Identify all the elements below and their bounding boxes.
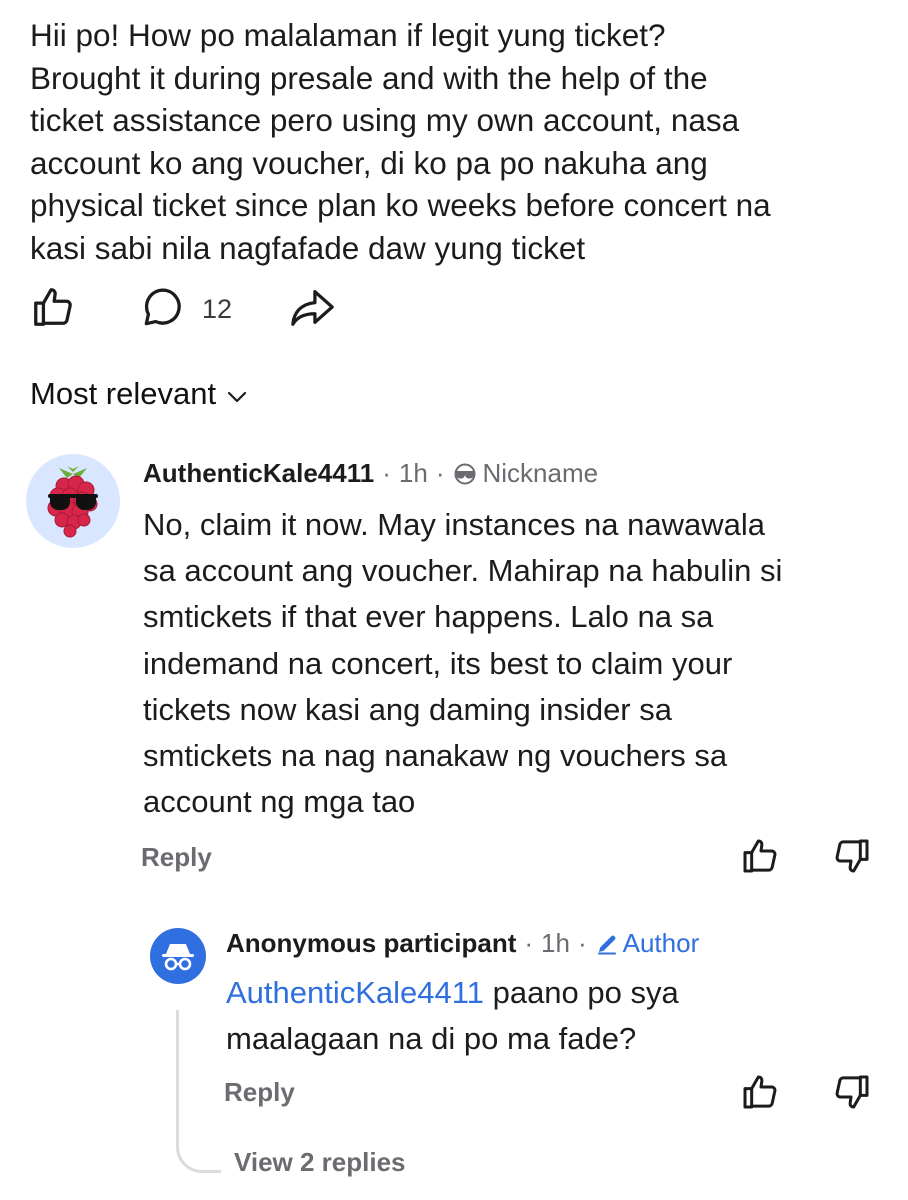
separator-dot: · [382, 458, 391, 488]
reply-username[interactable]: Anonymous participant [226, 928, 516, 959]
reply-body-text: maalagaan na di po ma fade? [226, 1021, 637, 1056]
thread-line [176, 1010, 221, 1173]
user-mention[interactable]: AuthenticKale4411 [226, 975, 484, 1010]
user-flair: Nickname [482, 458, 599, 488]
sunglasses-icon [47, 466, 98, 538]
reply-header: Anonymous participant · 1h · Author [226, 928, 699, 959]
downvote-icon[interactable] [832, 1072, 872, 1112]
comment-icon[interactable] [140, 284, 186, 330]
sunglasses-icon [452, 463, 478, 485]
upvote-icon[interactable] [30, 284, 76, 330]
separator-dot: · [577, 928, 587, 958]
reply-body-text: paano po sya [483, 975, 679, 1010]
post-body: Hii po! How po malalaman if legit yung t… [30, 17, 771, 266]
sort-dropdown[interactable]: Most relevant [30, 376, 248, 412]
reply-button[interactable]: Reply [141, 842, 212, 873]
reply-button[interactable]: Reply [224, 1077, 295, 1108]
post-actions: 12 [30, 284, 430, 336]
comment-header: AuthenticKale4411 · 1h · Nickname [143, 458, 598, 489]
view-replies-button[interactable]: View 2 replies [234, 1147, 406, 1178]
separator-dot: · [524, 928, 534, 958]
comment-count: 12 [202, 294, 233, 324]
comment-body: No, claim it now. May instances na nawaw… [143, 507, 783, 820]
upvote-icon[interactable] [740, 836, 780, 876]
sort-label: Most relevant [30, 376, 217, 411]
author-badge-label: Author [622, 928, 700, 958]
share-icon[interactable] [288, 284, 338, 330]
author-badge: Author [595, 928, 700, 959]
comment-time: 1h [398, 458, 428, 488]
avatar[interactable] [150, 928, 206, 984]
avatar[interactable] [26, 454, 120, 548]
pencil-icon [595, 932, 619, 956]
reply-body: AuthenticKale4411 paano po sya maalagaan … [226, 970, 886, 1062]
incognito-icon [162, 944, 194, 971]
upvote-icon[interactable] [740, 1072, 780, 1112]
comment-username[interactable]: AuthenticKale4411 [143, 458, 374, 489]
chevron-down-icon [226, 376, 248, 412]
reply-time: 1h [541, 928, 570, 958]
separator-dot: · [435, 458, 445, 488]
downvote-icon[interactable] [832, 836, 872, 876]
